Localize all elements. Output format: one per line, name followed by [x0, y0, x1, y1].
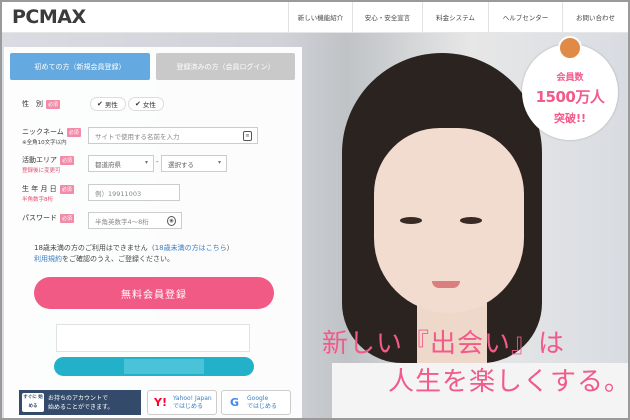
- catchcopy-line2: 人生を楽しくする。: [388, 367, 630, 397]
- area-label-text: 活動エリア: [22, 156, 57, 164]
- catchcopy-line1: 新しい『出会い』は: [322, 329, 566, 359]
- registration-panel: 初めての方（新規会員登録） 登録済みの方（会員ログイン） 性 別必須 ✔ 男性 ✔…: [4, 47, 302, 418]
- teal-button-inner: [124, 359, 204, 374]
- nickname-label-text: ニックネーム: [22, 128, 64, 136]
- birthday-placeholder: 例）19911003: [95, 189, 142, 198]
- badge-line2: 1500万人: [535, 88, 605, 106]
- badge-line1: 会員数: [556, 73, 584, 83]
- google-login-button[interactable]: G Google ではじめる: [221, 390, 291, 415]
- birthday-label-text: 生 年 月 日: [22, 185, 57, 193]
- required-badge: 必須: [66, 127, 81, 137]
- nickname-sub: ※全角10文字以内: [22, 140, 67, 146]
- nickname-label: ニックネーム 必須: [22, 127, 81, 137]
- required-badge: 必須: [60, 213, 75, 223]
- age-notice-end: ）: [226, 244, 234, 252]
- teal-action-button[interactable]: [54, 357, 254, 376]
- under18-link[interactable]: 18歳未満の方はこちら: [155, 244, 227, 252]
- nav-safety[interactable]: 安心・安全宣言: [352, 2, 422, 32]
- area-sub: 登録後に変更可: [22, 168, 61, 174]
- tab-new-registration[interactable]: 初めての方（新規会員登録）: [10, 53, 150, 80]
- password-label-text: パスワード: [22, 214, 57, 222]
- free-register-button[interactable]: 無料会員登録: [34, 277, 274, 309]
- nav-pricing[interactable]: 料金システム: [422, 2, 488, 32]
- birthday-label: 生 年 月 日必須: [22, 184, 74, 194]
- birthday-input[interactable]: 例）19911003: [88, 184, 180, 201]
- nav-help-center[interactable]: ヘルプセンター: [488, 2, 562, 32]
- prefecture-value: 都道府県: [95, 160, 121, 169]
- check-icon: ✔: [135, 100, 141, 108]
- nav-contact[interactable]: お問い合わせ: [562, 2, 628, 32]
- separator: -: [156, 158, 159, 166]
- nickname-input[interactable]: サイトで使用する名前を入力 ≡: [88, 127, 258, 144]
- hero-photo-eye-left: [400, 217, 422, 224]
- site-header: PCMAX 新しい機能紹介 安心・安全宣言 料金システム ヘルプセンター お問い…: [2, 2, 628, 33]
- pcmax-logo[interactable]: PCMAX: [12, 6, 86, 28]
- age-notice-text: 18歳未満の方のご利用はできません（: [34, 244, 155, 252]
- page-frame: PCMAX 新しい機能紹介 安心・安全宣言 料金システム ヘルプセンター お問い…: [0, 0, 630, 420]
- gender-female-label: 女性: [142, 101, 156, 109]
- gender-male-option[interactable]: ✔ 男性: [90, 97, 126, 111]
- yahoo-icon: Y!: [154, 396, 167, 409]
- eye-icon[interactable]: ◉: [167, 216, 176, 226]
- text-field-icon: ≡: [243, 131, 252, 141]
- social-note-text: お持ちのアカウントで 始めることができます。: [48, 394, 113, 412]
- age-notice: 18歳未満の方のご利用はできません（18歳未満の方はこちら）: [34, 243, 234, 253]
- yahoo-line1: Yahoo! Japan: [173, 394, 212, 402]
- mascot-icon: [558, 36, 582, 60]
- check-icon: ✔: [97, 100, 103, 108]
- hero-photo-lips: [432, 281, 460, 288]
- google-login-text: Google ではじめる: [247, 395, 277, 411]
- social-note-line2: 始めることができます。: [48, 403, 114, 411]
- terms-notice: 利用規約をご確認のうえ、ご登録ください。: [34, 254, 174, 264]
- required-badge: 必須: [60, 155, 75, 165]
- gender-label-text: 性 別: [22, 100, 43, 108]
- quick-start-icon: すぐに 始める: [22, 393, 44, 412]
- password-placeholder: 半角英数字4～8桁: [95, 217, 149, 226]
- terms-notice-text: をご確認のうえ、ご登録ください。: [62, 255, 174, 263]
- prefecture-select[interactable]: 都道府県 ▾: [88, 155, 154, 172]
- required-badge: 必須: [46, 99, 61, 109]
- password-input[interactable]: 半角英数字4～8桁 ◉: [88, 212, 182, 229]
- social-login-note: すぐに 始める お持ちのアカウントで 始めることができます。: [19, 390, 141, 415]
- social-note-line1: お持ちのアカウントで: [48, 394, 109, 402]
- yahoo-line2: ではじめる: [173, 402, 204, 410]
- gender-female-option[interactable]: ✔ 女性: [128, 97, 164, 111]
- hero-photo-eye-right: [460, 217, 482, 224]
- member-count-badge: 会員数 1500万人 突破!!: [522, 36, 618, 140]
- yahoo-login-button[interactable]: Y! Yahoo! Japan ではじめる: [147, 390, 217, 415]
- terms-link[interactable]: 利用規約: [34, 255, 62, 263]
- city-value: 選択する: [168, 160, 194, 169]
- tab-member-login[interactable]: 登録済みの方（会員ログイン）: [156, 53, 295, 80]
- yahoo-login-text: Yahoo! Japan ではじめる: [173, 395, 212, 411]
- google-line2: ではじめる: [247, 402, 278, 410]
- gender-label: 性 別必須: [22, 99, 61, 109]
- badge-line3: 突破!!: [553, 112, 587, 125]
- chevron-down-icon: ▾: [144, 159, 148, 166]
- nickname-placeholder: サイトで使用する名前を入力: [95, 132, 180, 141]
- promo-box: [56, 324, 250, 352]
- birthday-sub: 半角数字8桁: [22, 197, 53, 203]
- chevron-down-icon: ▾: [217, 159, 221, 166]
- google-line1: Google: [247, 394, 269, 402]
- city-select[interactable]: 選択する ▾: [161, 155, 227, 172]
- top-nav: 新しい機能紹介 安心・安全宣言 料金システム ヘルプセンター お問い合わせ: [288, 2, 628, 32]
- gender-male-label: 男性: [104, 101, 118, 109]
- password-label: パスワード 必須: [22, 213, 75, 223]
- nav-new-features[interactable]: 新しい機能紹介: [288, 2, 352, 32]
- google-icon: G: [229, 396, 240, 409]
- required-badge: 必須: [59, 184, 74, 194]
- area-label: 活動エリア 必須: [22, 155, 75, 165]
